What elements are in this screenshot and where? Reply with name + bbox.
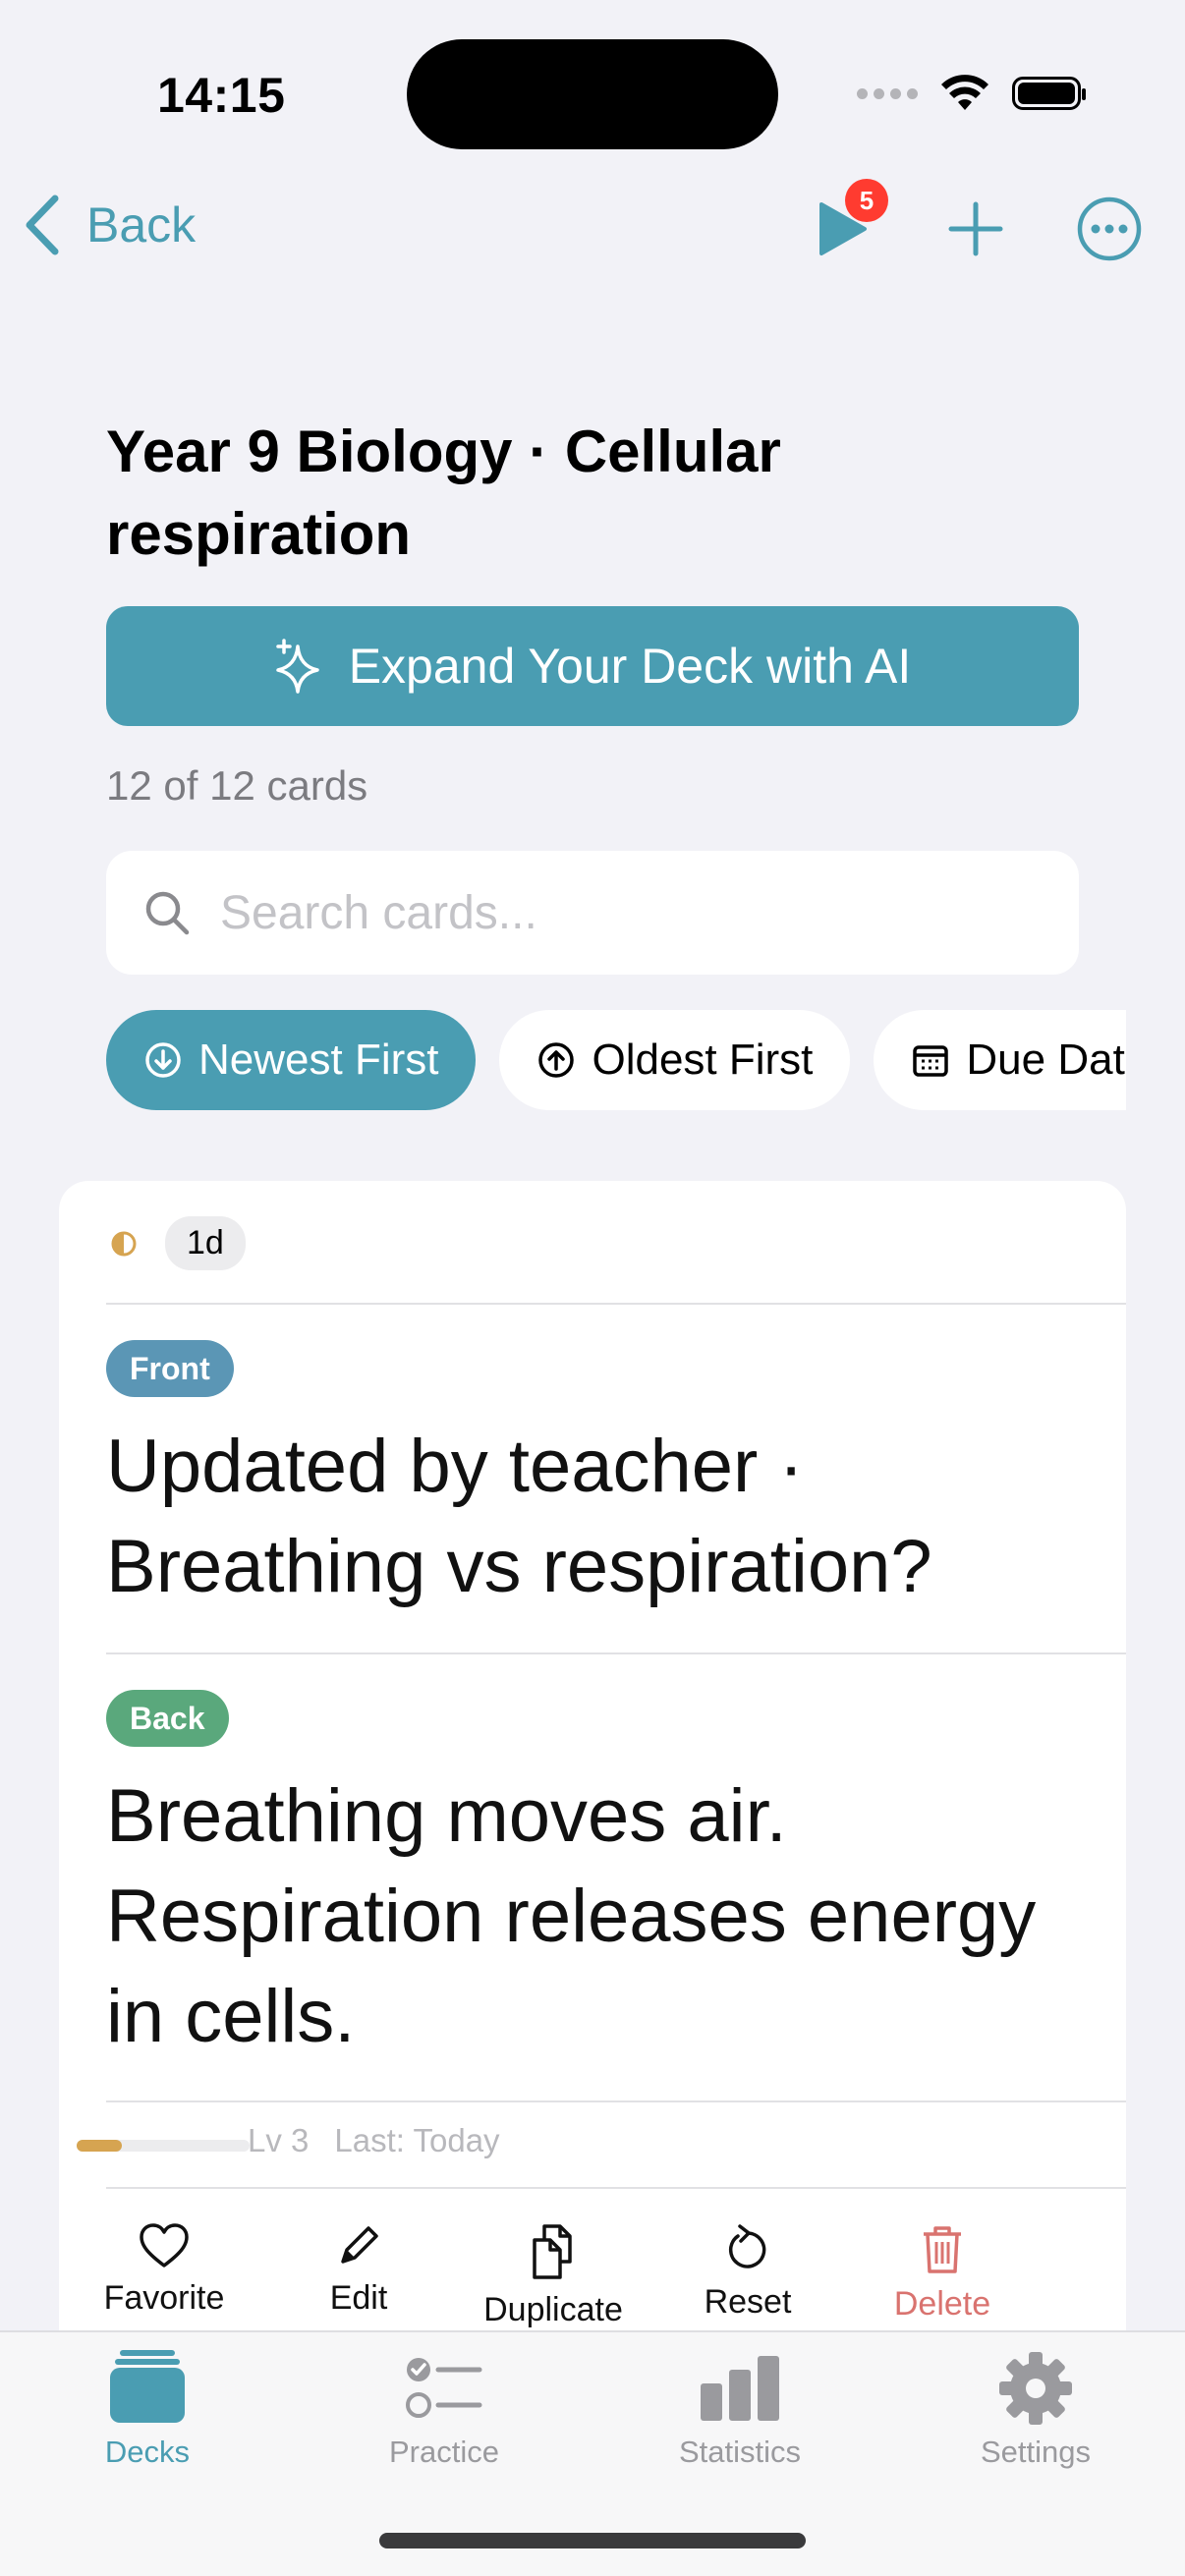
- checklist-icon: [406, 2358, 482, 2418]
- duplicate-icon: [533, 2224, 572, 2279]
- chip-label: Newest First: [198, 1036, 439, 1084]
- home-indicator: [379, 2533, 806, 2548]
- tab-practice[interactable]: Practice: [336, 2348, 552, 2470]
- divider: [106, 2100, 1126, 2102]
- calendar-icon: [913, 1045, 949, 1077]
- back-text: Breathing moves air. Respiration release…: [106, 1774, 1037, 2058]
- divider: [106, 2187, 1126, 2189]
- bar-chart-icon: [701, 2356, 779, 2421]
- divider: [106, 1652, 1126, 1654]
- sort-chips: Newest First Oldest First Due Date: [106, 1010, 1126, 1110]
- duplicate-label: Duplicate: [483, 2291, 623, 2328]
- decks-icon: [110, 2350, 185, 2423]
- ai-button-label: Expand Your Deck with AI: [348, 639, 912, 694]
- level-progress-fill: [77, 2140, 122, 2152]
- front-text: Updated by teacher · Breathing vs respir…: [106, 1425, 932, 1608]
- status-icons: [857, 75, 1086, 112]
- level-info: Lv 3 Last: Today: [248, 2122, 500, 2159]
- chevron-left-icon: [26, 195, 59, 255]
- duplicate-button[interactable]: Duplicate: [456, 2222, 650, 2329]
- status-time: 14:15: [157, 68, 286, 123]
- search-bar: [106, 851, 1079, 975]
- tab-settings[interactable]: Settings: [928, 2348, 1144, 2470]
- arrow-down-circle-icon: [145, 1042, 181, 1078]
- search-icon: [145, 891, 190, 935]
- chip-due-date[interactable]: Due Date: [874, 1010, 1126, 1110]
- chip-label: Oldest First: [592, 1036, 814, 1084]
- last-review-label: Last: Today: [334, 2122, 500, 2158]
- delete-button[interactable]: Delete: [845, 2222, 1040, 2329]
- add-card-button[interactable]: [939, 193, 1012, 265]
- reset-icon: [728, 2224, 766, 2268]
- deck-title: Year 9 Biology · Cellular respiration: [106, 419, 781, 567]
- trash-icon: [924, 2226, 961, 2273]
- back-tag: Back: [106, 1690, 229, 1747]
- tab-decks[interactable]: Decks: [39, 2348, 255, 2470]
- divider: [106, 1303, 1126, 1305]
- battery-icon: [1012, 77, 1086, 110]
- tab-label: Practice: [389, 2435, 499, 2469]
- tab-label: Statistics: [678, 2435, 802, 2469]
- nav-actions: 5: [806, 179, 1146, 265]
- level-label: Lv 3: [248, 2122, 310, 2158]
- flashcard[interactable]: 1d Front Updated by teacher · Breathing …: [59, 1181, 1126, 2330]
- edit-label: Edit: [329, 2279, 388, 2317]
- more-button[interactable]: [1073, 193, 1146, 265]
- arrow-up-circle-icon: [538, 1042, 575, 1078]
- tab-label: Settings: [980, 2435, 1091, 2469]
- delete-label: Delete: [893, 2285, 991, 2323]
- favorite-label: Favorite: [103, 2279, 225, 2317]
- search-input[interactable]: [218, 884, 1008, 941]
- card-count: 12 of 12 cards: [106, 762, 368, 809]
- play-count-badge: 5: [845, 179, 888, 222]
- reset-label: Reset: [704, 2283, 792, 2321]
- dynamic-island: [407, 39, 778, 149]
- chip-oldest-first[interactable]: Oldest First: [499, 1010, 851, 1110]
- half-circle-icon: [111, 1231, 137, 1256]
- due-badge: 1d: [165, 1216, 246, 1270]
- sparkles-icon: [275, 639, 319, 694]
- tab-label: Decks: [104, 2435, 191, 2469]
- back-label: Back: [86, 197, 197, 252]
- ellipsis-circle-icon: [1077, 196, 1142, 261]
- card-meta: 1d: [110, 1216, 246, 1270]
- gear-icon: [999, 2352, 1072, 2425]
- cellular-icon: [857, 87, 918, 99]
- favorite-button[interactable]: Favorite: [67, 2222, 261, 2329]
- deck-detail-screen: 14:15 Back 5 Year 9 Biology · Cellular r…: [0, 0, 1185, 2576]
- level-progress-bar: [77, 2140, 250, 2152]
- reset-button[interactable]: Reset: [650, 2222, 845, 2329]
- play-button[interactable]: 5: [806, 179, 888, 265]
- chip-newest-first[interactable]: Newest First: [106, 1010, 477, 1110]
- chip-label: Due Date: [966, 1036, 1126, 1084]
- plus-icon: [948, 201, 1003, 256]
- pencil-icon: [341, 2226, 378, 2264]
- tab-statistics[interactable]: Statistics: [632, 2348, 848, 2470]
- edit-button[interactable]: Edit: [261, 2222, 456, 2329]
- wifi-icon: [941, 75, 988, 110]
- front-tag: Front: [106, 1340, 234, 1397]
- heart-icon: [140, 2223, 189, 2268]
- back-button[interactable]: Back: [24, 195, 196, 255]
- expand-deck-ai-button[interactable]: Expand Your Deck with AI: [106, 606, 1079, 726]
- card-actions: Favorite Edit Duplicate Reset Delete: [59, 2222, 1126, 2329]
